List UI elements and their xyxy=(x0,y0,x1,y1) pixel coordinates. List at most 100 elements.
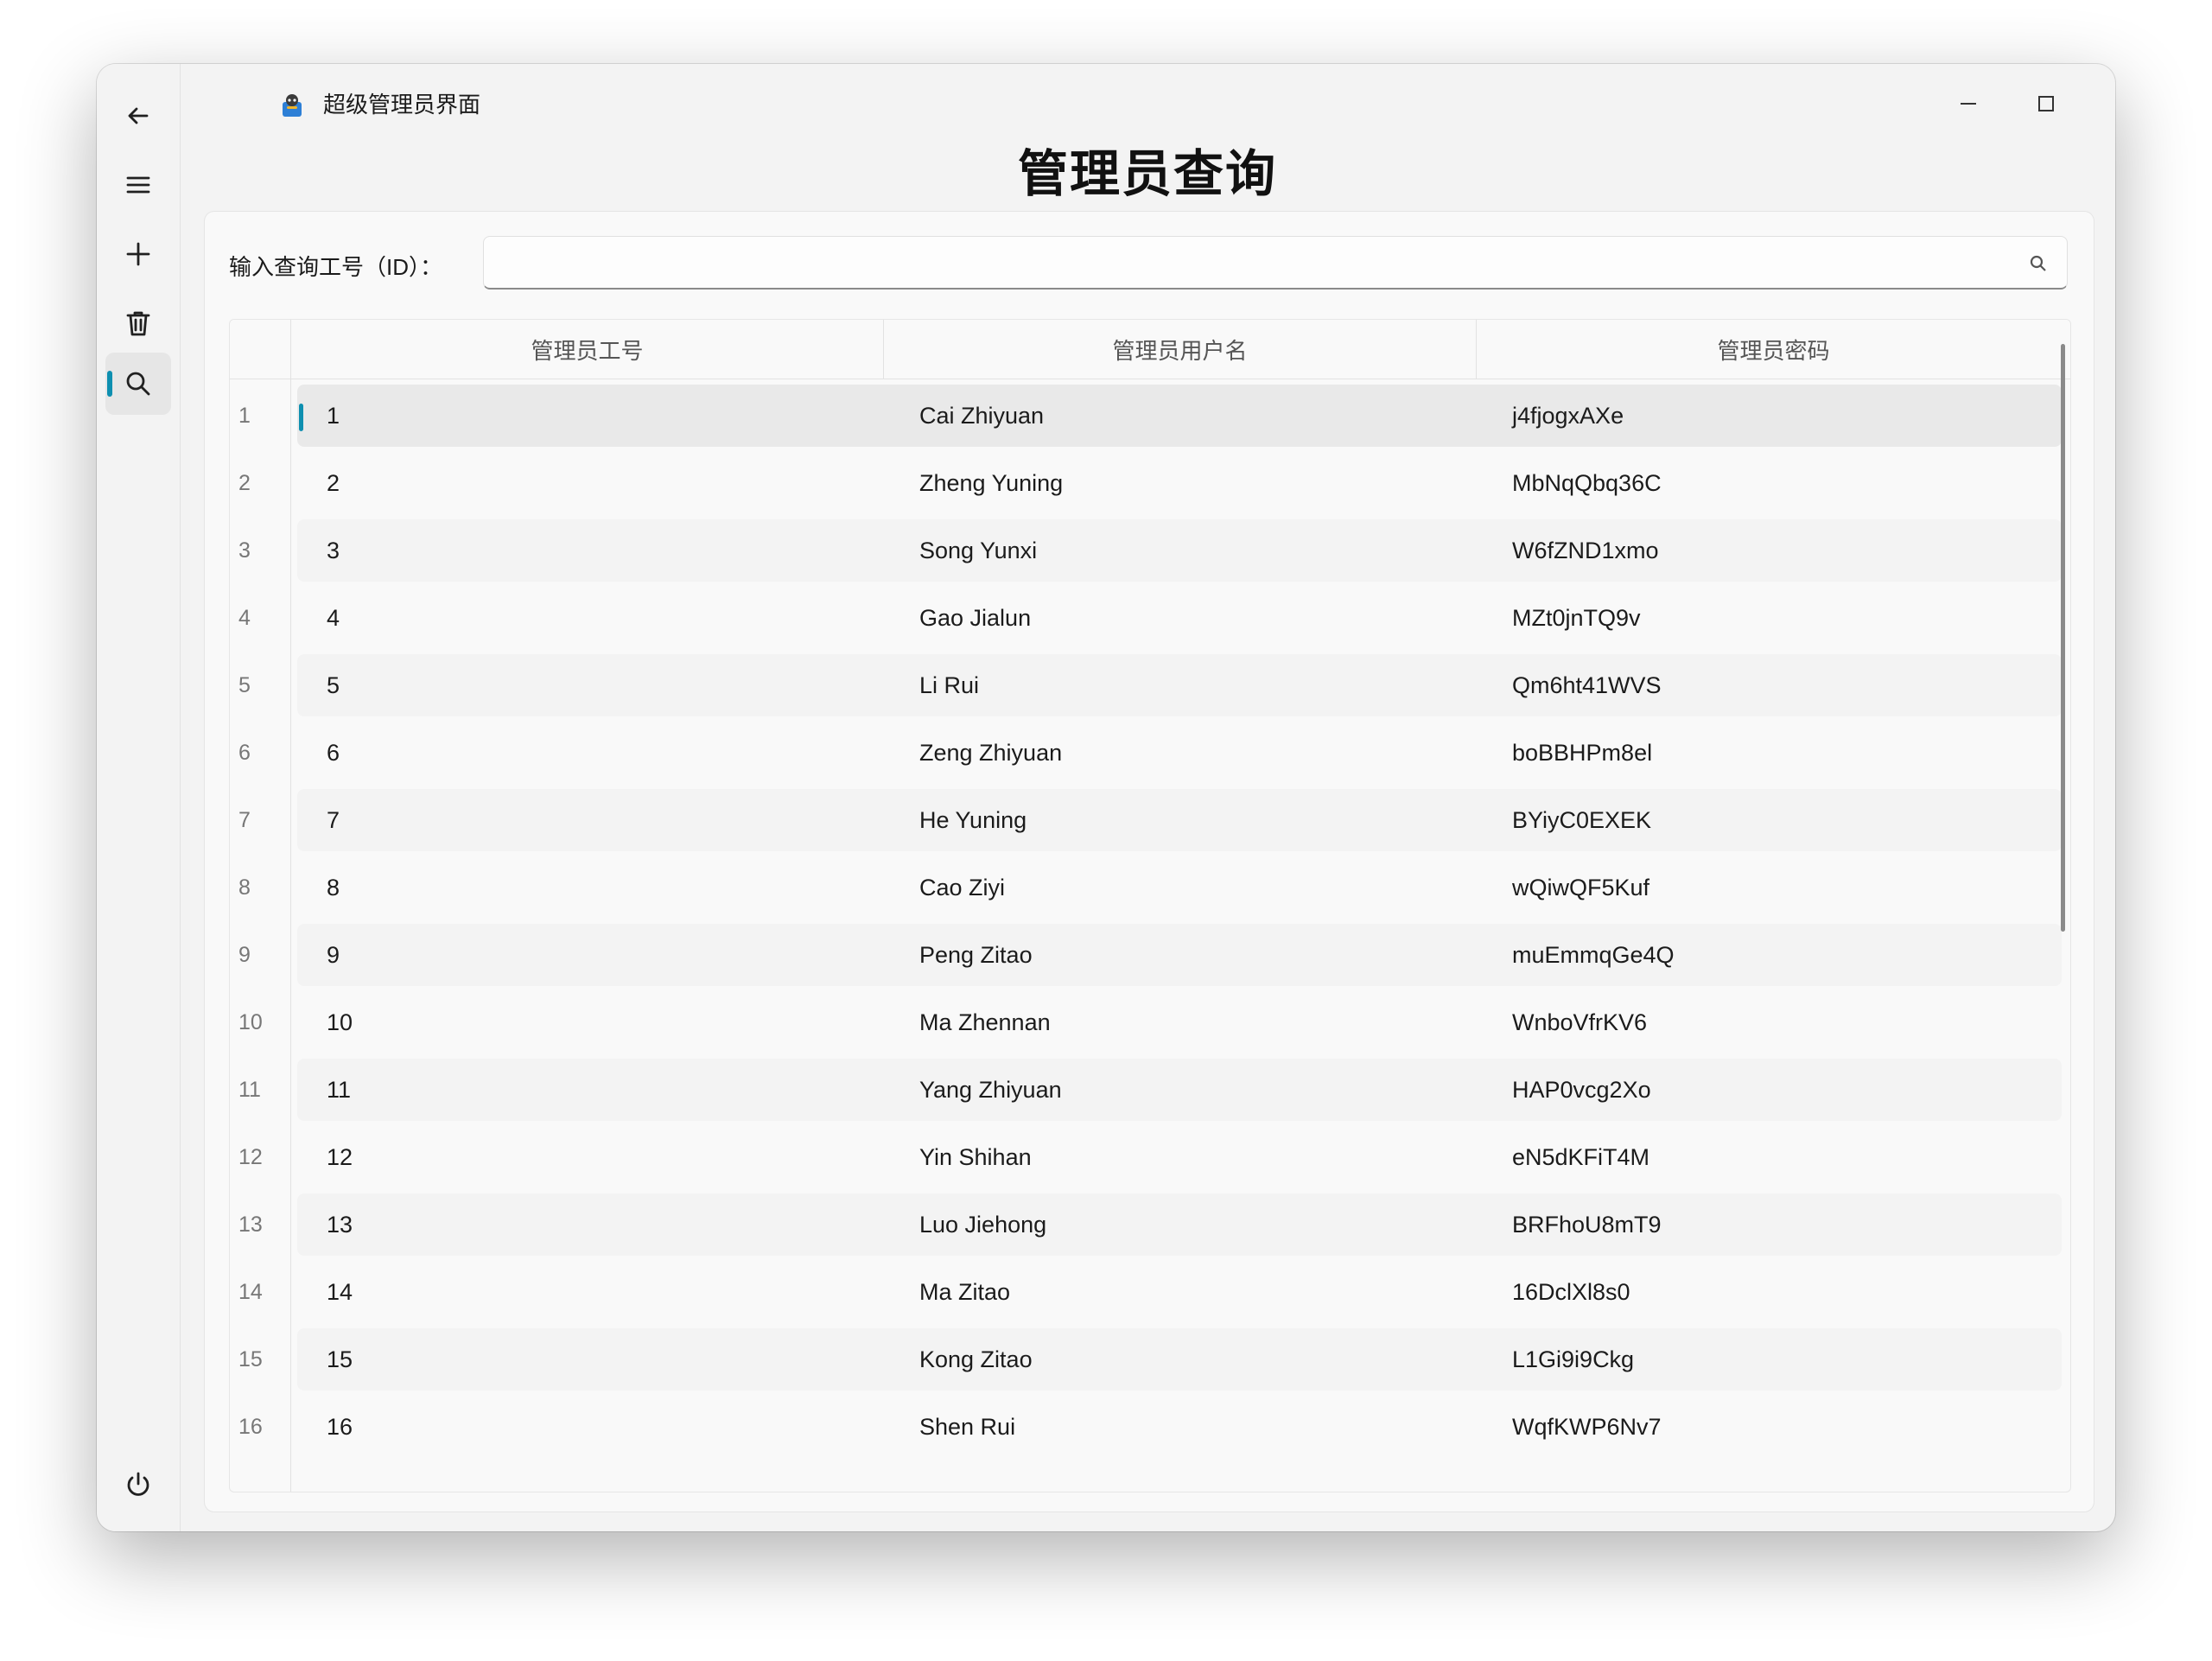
column-header-username[interactable]: 管理员用户名 xyxy=(883,320,1476,379)
cell-admin-username: Shen Rui xyxy=(919,1414,1016,1440)
row-background xyxy=(297,1059,2062,1121)
cell-admin-username: Gao Jialun xyxy=(919,605,1032,631)
cell-admin-username: Peng Zitao xyxy=(919,942,1033,968)
search-box[interactable] xyxy=(483,236,2068,290)
table-header: 管理员工号 管理员用户名 管理员密码 xyxy=(230,320,2070,379)
table-row[interactable]: 4 4 Gao Jialun MZt0jnTQ9v xyxy=(230,587,2070,654)
cell-admin-username: Cai Zhiyuan xyxy=(919,403,1045,429)
table-row[interactable]: 7 7 He Yuning BYiyC0EXEK xyxy=(230,789,2070,856)
sidebar xyxy=(97,64,181,1531)
row-number: 10 xyxy=(238,1010,263,1034)
table-row[interactable]: 15 15 Kong Zitao L1Gi9i9Ckg xyxy=(230,1328,2070,1396)
admin-table: 管理员工号 管理员用户名 管理员密码 1 1 Cai Zhiyuan j4fjogxA… xyxy=(229,319,2071,1492)
row-number: 1 xyxy=(238,404,251,428)
cell-admin-password: wQiwQF5Kuf xyxy=(1512,875,1650,901)
vertical-scrollbar[interactable] xyxy=(2061,344,2065,932)
app-logo-icon xyxy=(283,94,302,117)
cell-admin-id: 9 xyxy=(327,942,340,968)
close-button[interactable] xyxy=(2100,80,2115,128)
selected-row-indicator xyxy=(299,404,303,431)
cell-admin-username: Kong Zitao xyxy=(919,1346,1033,1372)
cell-admin-id: 12 xyxy=(327,1144,353,1170)
maximize-button[interactable] xyxy=(2022,80,2070,128)
minimize-icon xyxy=(1961,103,1976,105)
row-number: 12 xyxy=(238,1145,263,1169)
power-button[interactable] xyxy=(105,1454,171,1516)
cell-admin-password: muEmmqGe4Q xyxy=(1512,942,1675,968)
cell-admin-password: boBBHPm8el xyxy=(1512,740,1653,766)
row-background xyxy=(297,385,2062,447)
cell-admin-username: Yin Shihan xyxy=(919,1144,1032,1170)
cell-admin-password: W6fZND1xmo xyxy=(1512,538,1659,563)
table-row[interactable]: 9 9 Peng Zitao muEmmqGe4Q xyxy=(230,924,2070,991)
table-row[interactable]: 1 1 Cai Zhiyuan j4fjogxAXe xyxy=(230,385,2070,452)
back-button[interactable] xyxy=(105,85,171,147)
table-row[interactable]: 3 3 Song Yunxi W6fZND1xmo xyxy=(230,519,2070,587)
delete-button[interactable] xyxy=(105,292,171,354)
cell-admin-username: Li Rui xyxy=(919,672,980,698)
cell-admin-password: L1Gi9i9Ckg xyxy=(1512,1346,1635,1372)
row-background xyxy=(297,519,2062,582)
row-number: 5 xyxy=(238,673,251,697)
cell-admin-id: 8 xyxy=(327,875,340,901)
table-row[interactable]: 14 14 Ma Zitao 16DclXl8s0 xyxy=(230,1261,2070,1328)
column-header-id[interactable]: 管理员工号 xyxy=(290,320,883,379)
row-background xyxy=(297,587,2062,649)
row-number: 4 xyxy=(238,606,251,630)
trash-icon xyxy=(126,311,150,336)
row-background xyxy=(297,856,2062,919)
cell-admin-password: MZt0jnTQ9v xyxy=(1512,605,1641,631)
row-background xyxy=(297,1193,2062,1256)
table-row[interactable]: 10 10 Ma Zhennan WnboVfrKV6 xyxy=(230,991,2070,1059)
table-row[interactable]: 2 2 Zheng Yuning MbNqQbq36C xyxy=(230,452,2070,519)
plus-icon xyxy=(126,242,150,266)
cell-admin-id: 13 xyxy=(327,1212,353,1238)
search-label: 输入查询工号（ID）： xyxy=(229,254,443,280)
row-number: 15 xyxy=(238,1347,263,1371)
table-row[interactable]: 6 6 Zeng Zhiyuan boBBHPm8el xyxy=(230,722,2070,789)
cell-admin-username: Luo Jiehong xyxy=(919,1212,1047,1238)
row-number: 3 xyxy=(238,538,251,563)
cell-admin-id: 11 xyxy=(327,1077,352,1103)
table-row[interactable]: 8 8 Cao Ziyi wQiwQF5Kuf xyxy=(230,856,2070,924)
row-background xyxy=(297,1328,2062,1391)
cell-admin-password: j4fjogxAXe xyxy=(1512,403,1624,429)
table-row[interactable]: 16 16 Shen Rui WqfKWP6Nv7 xyxy=(230,1396,2070,1463)
search-icon[interactable] xyxy=(2029,254,2048,273)
table-row[interactable]: 12 12 Yin Shihan eN5dKFiT4M xyxy=(230,1126,2070,1193)
window-title: 超级管理员界面 xyxy=(323,92,481,118)
cell-admin-id: 3 xyxy=(327,538,340,563)
cell-admin-id: 6 xyxy=(327,740,340,766)
table-row[interactable]: 13 13 Luo Jiehong BRFhoU8mT9 xyxy=(230,1193,2070,1261)
add-button[interactable] xyxy=(105,223,171,285)
maximize-icon xyxy=(2038,96,2054,111)
table-body: 1 1 Cai Zhiyuan j4fjogxAXe 2 2 Zheng Yuning MbN… xyxy=(230,379,2070,1492)
query-card: 输入查询工号（ID）： 管理员工号 管理员用户名 管理员密码 1 1 Cai Zhi… xyxy=(204,211,2094,1512)
minimize-button[interactable] xyxy=(1944,80,1993,128)
cell-admin-password: MbNqQbq36C xyxy=(1512,470,1662,496)
row-number: 13 xyxy=(238,1212,263,1237)
row-background xyxy=(297,452,2062,514)
row-background xyxy=(297,722,2062,784)
menu-button[interactable] xyxy=(105,154,171,216)
cell-admin-password: BRFhoU8mT9 xyxy=(1512,1212,1662,1238)
row-background xyxy=(297,789,2062,851)
cell-admin-username: Song Yunxi xyxy=(919,538,1038,563)
cell-admin-id: 14 xyxy=(327,1279,353,1305)
power-icon xyxy=(127,1472,149,1496)
column-header-password[interactable]: 管理员密码 xyxy=(1476,320,2070,379)
title-bar: 超级管理员界面 xyxy=(180,64,2115,142)
row-number: 6 xyxy=(238,741,251,765)
cell-admin-username: Zeng Zhiyuan xyxy=(919,740,1063,766)
table-row[interactable]: 5 5 Li Rui Qm6ht41WVS xyxy=(230,654,2070,722)
back-arrow-icon xyxy=(128,107,149,124)
search-nav-button[interactable] xyxy=(105,353,171,415)
hamburger-menu-icon xyxy=(126,176,150,194)
cell-admin-password: Qm6ht41WVS xyxy=(1512,672,1662,698)
cell-admin-id: 10 xyxy=(327,1009,353,1035)
row-background xyxy=(297,991,2062,1053)
search-input[interactable] xyxy=(498,237,2005,290)
row-background xyxy=(297,1261,2062,1323)
app-window: 超级管理员界面 管理员查询 输入查询工号（ID）： 管理员工号 管理员用户名 管… xyxy=(97,64,2115,1531)
table-row[interactable]: 11 11 Yang Zhiyuan HAP0vcg2Xo xyxy=(230,1059,2070,1126)
